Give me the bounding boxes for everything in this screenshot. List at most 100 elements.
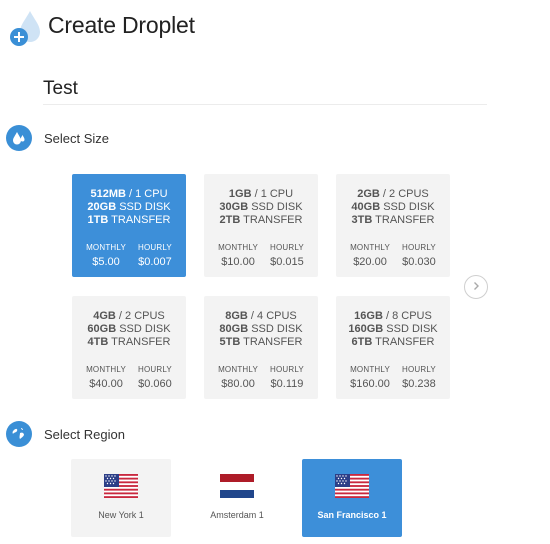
hourly-price: $0.238 xyxy=(402,378,436,390)
monthly-price: $10.00 xyxy=(221,256,255,268)
hourly-label: HOURLY xyxy=(269,365,304,374)
size-specs: 2GB / 2 CPUS 40GB SSD DISK 3TB TRANSFER xyxy=(351,188,435,226)
hourly-price: $0.015 xyxy=(270,256,304,268)
monthly-label: MONTHLY xyxy=(350,365,390,374)
hourly-price: $0.030 xyxy=(402,256,436,268)
monthly-price: $20.00 xyxy=(353,256,387,268)
transfer-unit: TRANSFER xyxy=(375,214,435,226)
transfer-value: 5TB xyxy=(219,336,241,348)
hourly-label: HOURLY xyxy=(401,365,436,374)
hourly-label: HOURLY xyxy=(269,243,304,252)
size-section-header: Select Size xyxy=(6,124,109,152)
size-specs: 16GB / 8 CPUS 160GB SSD DISK 6TB TRANSFER xyxy=(348,310,438,348)
memory-value: 512MB xyxy=(90,188,126,200)
monthly-price: $160.00 xyxy=(350,378,390,390)
size-option-card[interactable]: 8GB / 4 CPUS 80GB SSD DISK 5TB TRANSFER MON… xyxy=(204,296,318,399)
hourly-label: HOURLY xyxy=(137,365,172,374)
monthly-price: $40.00 xyxy=(89,378,123,390)
monthly-label: MONTHLY xyxy=(86,243,126,252)
monthly-label: MONTHLY xyxy=(86,365,126,374)
memory-value: 2GB xyxy=(357,188,380,200)
region-section-title: Select Region xyxy=(44,426,125,442)
disk-value: 20GB xyxy=(87,201,117,213)
size-option-card[interactable]: 16GB / 8 CPUS 160GB SSD DISK 6TB TRANSFER M… xyxy=(336,296,450,399)
cpu-value: 4 CPUS xyxy=(257,310,297,322)
hourly-price: $0.119 xyxy=(270,378,304,390)
monthly-price: $80.00 xyxy=(221,378,255,390)
disk-unit: SSD DISK xyxy=(119,201,171,213)
memory-value: 1GB xyxy=(228,188,252,200)
divider xyxy=(43,104,487,105)
region-section-header: Select Region xyxy=(6,420,125,448)
disk-unit: SSD DISK xyxy=(251,201,303,213)
hourly-price: $0.060 xyxy=(138,378,172,390)
transfer-value: 1TB xyxy=(87,214,109,226)
cpu-value: 2 CPUS xyxy=(125,310,165,322)
region-name: Amsterdam 1 xyxy=(210,510,264,520)
globe-icon xyxy=(6,421,32,447)
hourly-label: HOURLY xyxy=(401,243,436,252)
size-specs: 512MB / 1 CPU 20GB SSD DISK 1TB TRANSFER xyxy=(87,188,171,226)
disk-value: 40GB xyxy=(351,201,381,213)
us-flag-icon xyxy=(335,474,369,498)
monthly-price: $5.00 xyxy=(92,256,120,268)
page-title: Create Droplet xyxy=(48,12,195,38)
netherlands-flag-icon xyxy=(220,474,254,498)
cpu-value: 1 CPU xyxy=(260,188,294,200)
transfer-value: 6TB xyxy=(351,336,373,348)
transfer-unit: TRANSFER xyxy=(111,214,171,226)
cpu-value: 2 CPUS xyxy=(389,188,429,200)
size-option-card[interactable]: 4GB / 2 CPUS 60GB SSD DISK 4TB TRANSFER MON… xyxy=(72,296,186,399)
hourly-label: HOURLY xyxy=(137,243,172,252)
page-header xyxy=(8,8,42,48)
price-block: MONTHLY $5.00 HOURLY $0.007 xyxy=(72,241,186,269)
transfer-unit: TRANSFER xyxy=(111,336,171,348)
transfer-unit: TRANSFER xyxy=(243,336,303,348)
price-block: MONTHLY $80.00 HOURLY $0.119 xyxy=(204,363,318,391)
transfer-value: 3TB xyxy=(351,214,373,226)
memory-value: 16GB xyxy=(354,310,383,322)
chevron-right-icon xyxy=(471,278,481,296)
memory-value: 8GB xyxy=(225,310,248,322)
transfer-unit: TRANSFER xyxy=(375,336,435,348)
disk-value: 30GB xyxy=(219,201,249,213)
disk-unit: SSD DISK xyxy=(119,323,171,335)
disk-value: 80GB xyxy=(219,323,249,335)
transfer-value: 4TB xyxy=(87,336,109,348)
disk-unit: SSD DISK xyxy=(383,201,435,213)
price-block: MONTHLY $160.00 HOURLY $0.238 xyxy=(336,363,450,391)
region-option-card[interactable]: New York 1 xyxy=(71,459,171,537)
us-flag-icon xyxy=(104,474,138,498)
region-option-card[interactable]: San Francisco 1 xyxy=(302,459,402,537)
price-block: MONTHLY $20.00 HOURLY $0.030 xyxy=(336,241,450,269)
region-name: San Francisco 1 xyxy=(317,510,387,520)
price-block: MONTHLY $40.00 HOURLY $0.060 xyxy=(72,363,186,391)
size-option-card[interactable]: 2GB / 2 CPUS 40GB SSD DISK 3TB TRANSFER MON… xyxy=(336,174,450,277)
monthly-label: MONTHLY xyxy=(350,243,390,252)
transfer-unit: TRANSFER xyxy=(243,214,303,226)
size-specs: 1GB / 1 CPU 30GB SSD DISK 2TB TRANSFER xyxy=(219,188,303,226)
price-block: MONTHLY $10.00 HOURLY $0.015 xyxy=(204,241,318,269)
next-sizes-button[interactable] xyxy=(464,275,488,299)
monthly-label: MONTHLY xyxy=(218,365,258,374)
size-option-card[interactable]: 512MB / 1 CPU 20GB SSD DISK 1TB TRANSFER MO… xyxy=(72,174,186,277)
memory-value: 4GB xyxy=(93,310,116,322)
monthly-label: MONTHLY xyxy=(218,243,258,252)
size-section-title: Select Size xyxy=(44,130,110,146)
size-option-card[interactable]: 1GB / 1 CPU 30GB SSD DISK 2TB TRANSFER MONT… xyxy=(204,174,318,277)
size-specs: 8GB / 4 CPUS 80GB SSD DISK 5TB TRANSFER xyxy=(219,310,303,348)
region-name: New York 1 xyxy=(98,510,144,520)
disk-unit: SSD DISK xyxy=(251,323,303,335)
disk-unit: SSD DISK xyxy=(386,323,438,335)
size-specs: 4GB / 2 CPUS 60GB SSD DISK 4TB TRANSFER xyxy=(87,310,171,348)
hourly-price: $0.007 xyxy=(138,256,172,268)
disk-value: 60GB xyxy=(87,323,117,335)
transfer-value: 2TB xyxy=(219,214,241,226)
region-option-card[interactable]: Amsterdam 1 xyxy=(187,459,287,537)
hostname-field[interactable]: Test xyxy=(43,78,78,100)
cpu-value: 8 CPUS xyxy=(392,310,432,322)
droplets-icon xyxy=(6,125,32,151)
droplet-plus-icon xyxy=(8,9,42,47)
cpu-value: 1 CPU xyxy=(135,188,168,200)
disk-value: 160GB xyxy=(348,323,384,335)
